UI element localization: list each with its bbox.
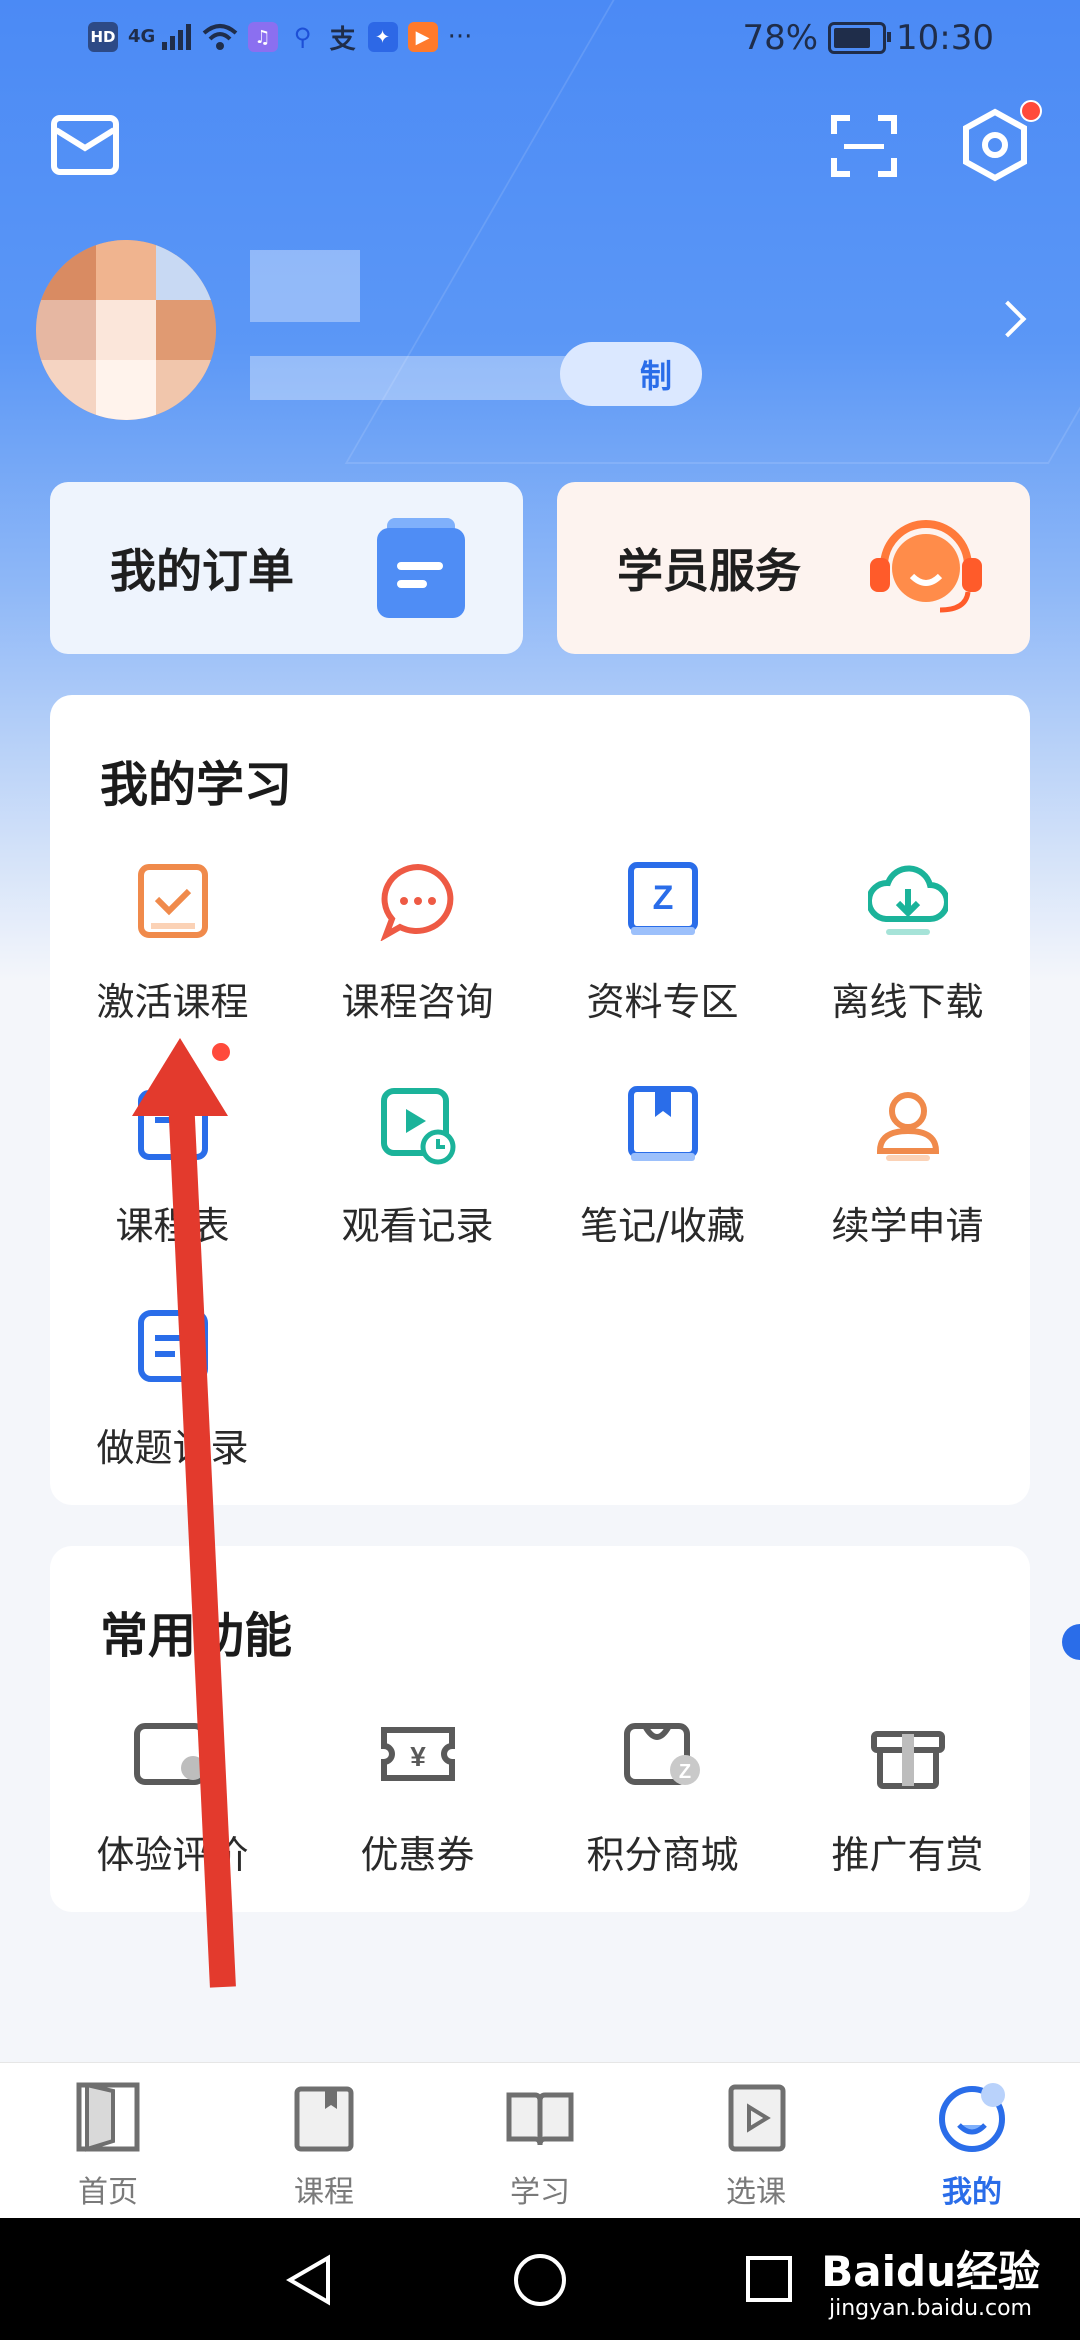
signal-4g-icon: 4G <box>128 24 192 50</box>
label-referral: 推广有赏 <box>831 1833 984 1877</box>
profile-face-icon <box>939 2083 1005 2152</box>
tab-select-course-label: 选课 <box>726 2175 786 2210</box>
tab-home-label: 首页 <box>78 2175 138 2210</box>
cloud-download-icon <box>865 865 950 935</box>
activate-course-icon <box>137 864 208 938</box>
username-blurred <box>250 250 360 322</box>
svg-text:Z: Z <box>678 1761 690 1783</box>
tab-select-course[interactable]: 选课 <box>648 2081 864 2211</box>
grid-item-points-mall[interactable]: Z 积分商城 <box>540 1714 785 1879</box>
label-review: 体验评价 <box>96 1833 249 1877</box>
coupon-icon: ¥ <box>380 1727 455 1781</box>
svg-text:¥: ¥ <box>410 1741 426 1772</box>
more-icon: ··· <box>447 22 473 52</box>
wifi-icon <box>202 24 237 50</box>
student-service-card[interactable]: 学员服务 <box>557 482 1030 654</box>
grid-item-notes[interactable]: 笔记/收藏 <box>540 1085 785 1250</box>
svg-text:Z: Z <box>652 879 673 917</box>
bookmark-book-icon <box>627 1086 698 1161</box>
settings-hex-icon[interactable] <box>960 108 1030 182</box>
tab-home[interactable]: 首页 <box>0 2081 216 2211</box>
alipay-icon: 支 <box>329 24 356 55</box>
order-icon <box>377 518 465 618</box>
student-service-title: 学员服务 <box>617 544 801 598</box>
grid-item-offline-download[interactable]: 离线下载 <box>785 861 1030 1026</box>
label-activate-course: 激活课程 <box>96 980 249 1024</box>
mail-icon[interactable] <box>50 112 120 178</box>
grid-item-quiz-record[interactable]: 做题记录 <box>50 1307 295 1472</box>
label-points-mall: 积分商城 <box>586 1833 739 1877</box>
tab-study-label: 学习 <box>510 2175 570 2210</box>
status-right: 78% 10:30 <box>742 18 994 58</box>
play-card-icon <box>728 2084 786 2152</box>
grid-item-review[interactable]: 体验评价 <box>50 1714 295 1879</box>
search-app-icon: ⚲ <box>293 23 312 51</box>
label-renewal: 续学申请 <box>831 1204 984 1248</box>
chat-bubble-icon <box>379 863 453 942</box>
grid-item-renewal[interactable]: 续学申请 <box>785 1085 1030 1250</box>
recents-square-icon[interactable] <box>744 2254 794 2304</box>
baidu-watermark: Baidu经验 <box>821 2247 1040 2296</box>
avatar[interactable] <box>36 240 216 420</box>
tab-mine[interactable]: 我的 <box>864 2081 1080 2211</box>
grid-item-materials[interactable]: Z 资料专区 <box>540 861 785 1026</box>
label-offline-download: 离线下载 <box>831 980 984 1024</box>
open-book-icon <box>506 2092 574 2146</box>
tab-mine-label: 我的 <box>942 2175 1002 2210</box>
watch-history-icon <box>380 1088 455 1165</box>
my-orders-card[interactable]: 我的订单 <box>50 482 523 654</box>
label-notes: 笔记/收藏 <box>580 1204 745 1248</box>
gift-icon <box>870 1731 945 1789</box>
clock: 10:30 <box>896 18 994 58</box>
label-quiz-record: 做题记录 <box>96 1426 249 1470</box>
floating-side-button[interactable] <box>1062 1624 1080 1660</box>
grid-item-watch-history[interactable]: 观看记录 <box>295 1085 540 1250</box>
grid-item-course-consult[interactable]: 课程咨询 <box>295 861 540 1026</box>
grid-item-referral[interactable]: 推广有赏 <box>785 1714 1030 1879</box>
label-materials: 资料专区 <box>586 980 739 1024</box>
label-watch-history: 观看记录 <box>341 1204 494 1248</box>
user-apply-icon <box>876 1092 939 1161</box>
tab-course[interactable]: 课程 <box>216 2081 432 2211</box>
my-study-title: 我的学习 <box>100 757 293 813</box>
grid-item-coupon[interactable]: ¥ 优惠券 <box>295 1714 540 1879</box>
home-door-icon <box>76 2082 140 2152</box>
red-arrow-head <box>132 1038 228 1116</box>
grid-item-activate-course[interactable]: 激活课程 <box>50 861 295 1026</box>
bottom-tab-bar: 首页 课程 学习 选课 我的 <box>0 2062 1080 2219</box>
points-bag-icon: Z <box>623 1723 700 1785</box>
settings-notification-dot <box>1020 100 1042 122</box>
back-triangle-icon[interactable] <box>284 2254 334 2306</box>
book-z-icon: Z <box>627 862 698 935</box>
course-book-icon <box>294 2086 354 2152</box>
tab-study[interactable]: 学习 <box>432 2081 648 2211</box>
hd-icon: HD <box>88 22 118 52</box>
battery-percent: 78% <box>742 18 819 58</box>
music-app-icon: ♫ <box>247 22 278 52</box>
status-left-icons: HD 4G ♫ ⚲ 支 ✦ ▶ ··· <box>88 22 473 55</box>
baidu-watermark-url: jingyan.baidu.com <box>828 2296 1032 2321</box>
tab-course-label: 课程 <box>294 2175 354 2210</box>
my-orders-title: 我的订单 <box>110 544 294 598</box>
bulb-app-icon: ✦ <box>367 22 398 52</box>
label-coupon: 优惠券 <box>360 1833 475 1877</box>
home-circle-icon[interactable] <box>512 2252 568 2308</box>
scan-icon[interactable] <box>830 114 898 178</box>
member-badge[interactable]: 制 <box>560 342 702 406</box>
battery-icon <box>828 22 892 54</box>
video-app-icon: ▶ <box>407 22 438 52</box>
customer-service-icon <box>870 520 982 613</box>
status-bar: HD 4G ♫ ⚲ 支 ✦ ▶ ··· 78% 10:30 <box>0 0 1080 80</box>
system-nav-bar: Baidu经验 jingyan.baidu.com <box>0 2218 1080 2340</box>
label-course-consult: 课程咨询 <box>341 980 494 1024</box>
